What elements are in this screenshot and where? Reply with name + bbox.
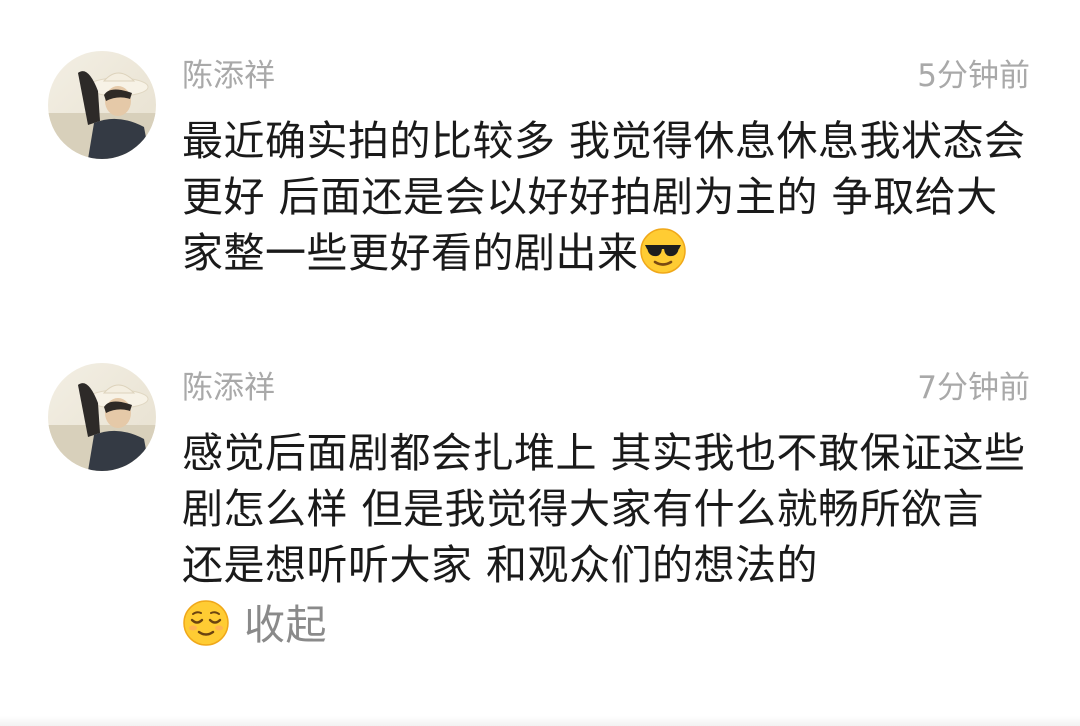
sunglasses-face-emoji-icon xyxy=(639,227,687,275)
collapse-row: 收起 xyxy=(182,597,1027,653)
username[interactable]: 陈添祥 xyxy=(182,56,275,96)
collapse-link[interactable]: 收起 xyxy=(244,597,327,653)
timestamp: 5分钟前 xyxy=(917,58,1030,94)
comment-body: 感觉后面剧都会扎堆上 其实我也不敢保证这些剧怎么样 但是我觉得大家有什么就畅所欲… xyxy=(182,429,1026,589)
avatar[interactable] xyxy=(48,51,156,159)
relieved-face-emoji-icon xyxy=(182,599,230,647)
comment-text: 感觉后面剧都会扎堆上 其实我也不敢保证这些剧怎么样 但是我觉得大家有什么就畅所欲… xyxy=(182,425,1027,653)
comment-body: 最近确实拍的比较多 我觉得休息休息我状态会更好 后面还是会以好好拍剧为主的 争取… xyxy=(182,117,1026,277)
username[interactable]: 陈添祥 xyxy=(182,368,275,408)
comment-text: 最近确实拍的比较多 我觉得休息休息我状态会更好 后面还是会以好好拍剧为主的 争取… xyxy=(182,113,1027,281)
comment-item: 陈添祥 7分钟前 感觉后面剧都会扎堆上 其实我也不敢保证这些剧怎么样 但是我觉得… xyxy=(0,360,1080,690)
comment-item: 陈添祥 5分钟前 最近确实拍的比较多 我觉得休息休息我状态会更好 后面还是会以好… xyxy=(0,48,1080,338)
avatar[interactable] xyxy=(48,363,156,471)
bottom-divider xyxy=(0,716,1080,726)
timestamp: 7分钟前 xyxy=(917,370,1030,406)
